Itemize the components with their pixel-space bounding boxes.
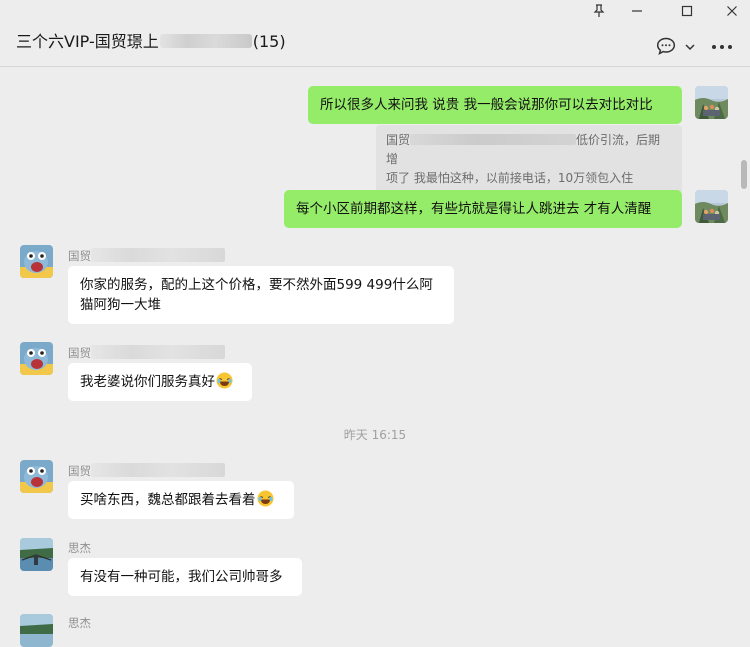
redacted-sender xyxy=(91,248,225,262)
sender-name: 国贸 xyxy=(68,345,225,361)
avatar-fish[interactable] xyxy=(20,342,53,375)
sender-name: 思杰 xyxy=(68,541,91,555)
sender-name: 国贸 xyxy=(68,463,225,479)
avatar-fish[interactable] xyxy=(20,460,53,493)
message-bubble-other[interactable]: 有没有一种可能，我们公司帅哥多 xyxy=(68,558,302,596)
redacted-title-part xyxy=(159,34,252,48)
maximize-icon[interactable] xyxy=(677,4,697,24)
chevron-down-icon[interactable] xyxy=(684,38,696,51)
message-bubble-other[interactable]: 你家的服务，配的上这个价格，要不然外面599 499什么阿猫阿狗一大堆 xyxy=(68,266,454,324)
message-bubble-other[interactable]: 我老婆说你们服务真好 xyxy=(68,363,252,401)
quote-line-1: 国贸 低价引流，后期增 xyxy=(386,131,672,169)
timestamp: 昨天 16:15 xyxy=(343,428,407,442)
laugh-cry-emoji xyxy=(216,372,233,389)
avatar-bridge[interactable] xyxy=(20,614,53,647)
title-bar: 三个六VIP-国贸璟上 (15) xyxy=(0,0,750,67)
message-text: 有没有一种可能，我们公司帅哥多 xyxy=(80,569,283,585)
avatar-fish[interactable] xyxy=(20,245,53,278)
message-bubble-self[interactable]: 所以很多人来问我 说贵 我一般会说那你可以去对比对比 xyxy=(308,86,682,124)
member-count: (15) xyxy=(252,32,286,51)
chat-bubble-icon[interactable] xyxy=(656,37,676,55)
quote-sender: 国贸 xyxy=(386,133,411,147)
redacted-sender xyxy=(91,345,225,359)
chat-title-prefix: 三个六VIP-国贸璟上 xyxy=(16,32,159,51)
avatar-bridge[interactable] xyxy=(20,538,53,571)
redacted-quote-part xyxy=(410,134,577,145)
chat-title: 三个六VIP-国贸璟上 (15) xyxy=(16,28,286,52)
close-icon[interactable] xyxy=(722,4,742,24)
quoted-message[interactable]: 国贸 低价引流，后期增 项了 我最怕这种，以前接电话，10万领包入住 xyxy=(376,125,682,194)
sender-name: 思杰 xyxy=(68,616,91,630)
message-text: 买啥东西，魏总都跟着去看着 xyxy=(80,492,256,508)
message-bubble-other[interactable]: 买啥东西，魏总都跟着去看着 xyxy=(68,481,294,519)
message-bubble-self[interactable]: 每个小区前期都这样，有些坑就是得让人跳进去 才有人清醒 xyxy=(284,190,682,228)
redacted-sender xyxy=(91,463,225,477)
message-text: 每个小区前期都这样，有些坑就是得让人跳进去 才有人清醒 xyxy=(296,201,652,217)
pin-icon[interactable] xyxy=(589,4,609,24)
sender-name: 国贸 xyxy=(68,248,225,264)
avatar-self[interactable] xyxy=(695,86,728,119)
laugh-cry-emoji xyxy=(257,490,274,507)
quote-line-2: 项了 我最怕这种，以前接电话，10万领包入住 xyxy=(386,171,634,185)
message-text: 我老婆说你们服务真好 xyxy=(80,374,215,390)
scrollbar-thumb[interactable] xyxy=(741,160,747,189)
message-text: 所以很多人来问我 说贵 我一般会说那你可以去对比对比 xyxy=(320,97,653,113)
minimize-icon[interactable] xyxy=(627,4,647,24)
more-icon[interactable] xyxy=(711,38,733,52)
message-text: 你家的服务，配的上这个价格，要不然外面599 499什么阿猫阿狗一大堆 xyxy=(80,277,433,313)
avatar-self[interactable] xyxy=(695,190,728,223)
